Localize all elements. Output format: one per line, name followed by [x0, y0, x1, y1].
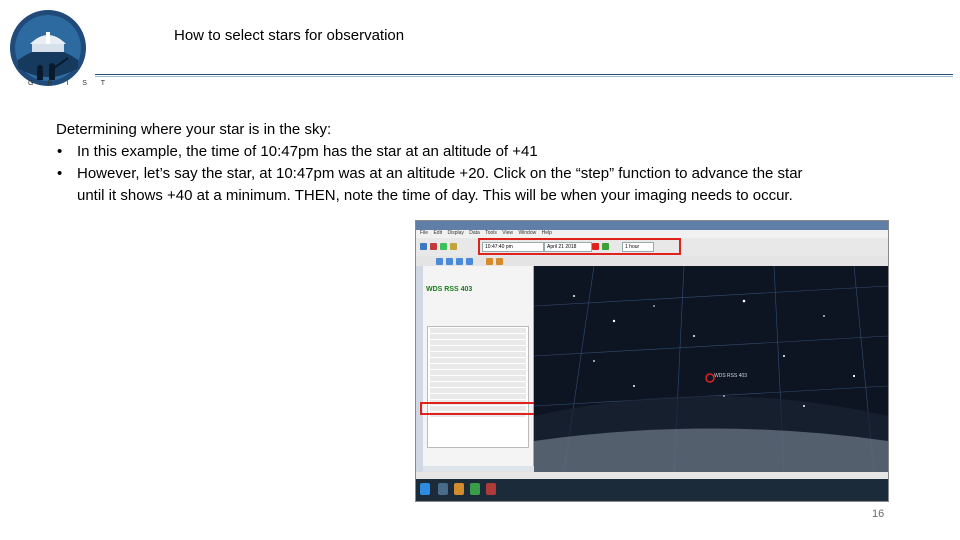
title-divider-shadow [95, 76, 953, 77]
taskbar-app-icon[interactable] [438, 483, 448, 495]
planet-icon[interactable] [486, 258, 493, 265]
object-info-panel: WDS RSS 403 [420, 266, 546, 466]
logo-lettering: G R I S T [28, 80, 112, 87]
target-icon[interactable] [430, 243, 437, 250]
windows-taskbar [416, 479, 888, 501]
menu-item[interactable]: Data [469, 230, 480, 236]
menu-item[interactable]: Display [447, 230, 463, 236]
menu-item[interactable]: Help [542, 230, 552, 236]
bullet-item: In this example, the time of 10:47pm has… [56, 141, 816, 163]
gris-logo [10, 10, 86, 86]
menu-item[interactable]: Window [518, 230, 536, 236]
title-divider [95, 74, 953, 75]
menu-item[interactable]: Edit [433, 230, 442, 236]
arrow-right-icon[interactable] [446, 258, 453, 265]
menu-bar: File Edit Display Data Tools View Window… [416, 230, 888, 238]
menu-item[interactable]: View [502, 230, 513, 236]
side-tabs[interactable] [416, 266, 423, 501]
taskbar-app-icon[interactable] [470, 483, 480, 495]
body-text: Determining where your star is in the sk… [56, 119, 816, 207]
object-name: WDS RSS 403 [426, 286, 473, 293]
taskbar-app-icon[interactable] [486, 483, 496, 495]
arrow-down-icon[interactable] [466, 258, 473, 265]
planetarium-screenshot: File Edit Display Data Tools View Window… [415, 220, 889, 502]
time-highlight-box [478, 238, 681, 255]
arrow-up-icon[interactable] [456, 258, 463, 265]
moon-icon[interactable] [496, 258, 503, 265]
taskbar-app-icon[interactable] [454, 483, 464, 495]
arrow-left-icon[interactable] [436, 258, 443, 265]
window-titlebar [416, 221, 888, 230]
slide-title: How to select stars for observation [174, 27, 405, 44]
menu-item[interactable]: File [420, 230, 428, 236]
search-icon[interactable] [420, 243, 427, 250]
bullet-item: However, let’s say the star, at 10:47pm … [56, 163, 816, 207]
bullet-list: In this example, the time of 10:47pm has… [56, 141, 816, 207]
start-icon[interactable] [420, 483, 430, 495]
page-number: 16 [872, 508, 885, 520]
object-info-list [427, 326, 529, 448]
sky-chart[interactable] [534, 266, 888, 472]
altitude-highlight-box [420, 402, 546, 415]
status-bar [416, 472, 888, 479]
object-label: WDS RSS 403 [714, 373, 748, 379]
menu-item[interactable]: Tools [485, 230, 497, 236]
intro-line: Determining where your star is in the sk… [56, 121, 332, 138]
nav-toolbar [416, 256, 888, 266]
star-icon[interactable] [450, 243, 457, 250]
chart-icon[interactable] [440, 243, 447, 250]
